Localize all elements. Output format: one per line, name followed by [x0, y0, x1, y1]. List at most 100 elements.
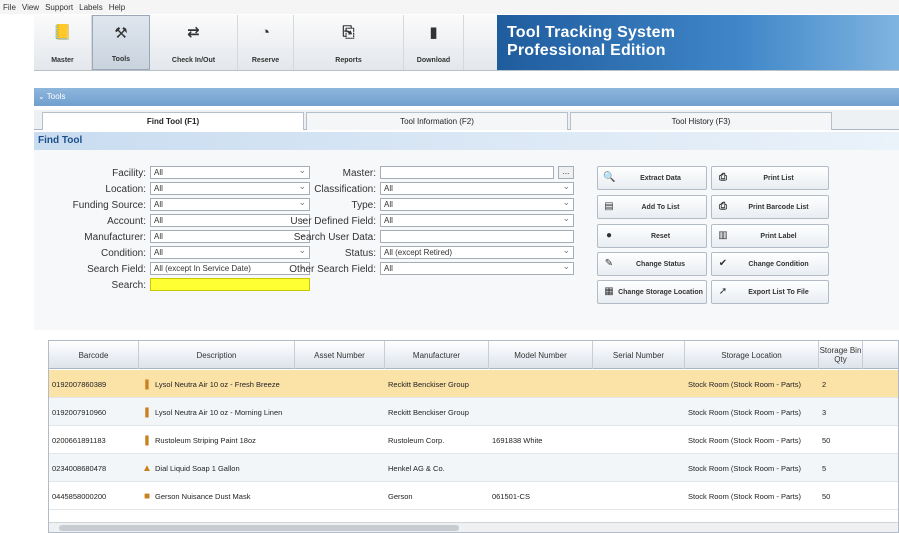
left-field-label: Location: [105, 184, 146, 195]
spray-can-icon: ❚ [142, 406, 152, 418]
tab-2[interactable]: Tool Information (F2) [306, 112, 568, 130]
cell-description: ■ Gerson Nuisance Dust Mask [139, 482, 295, 510]
middle-field-select[interactable]: All (except Retired) [380, 245, 574, 259]
table-row[interactable]: 0445858000200 ■ Gerson Nuisance Dust Mask G… [49, 482, 898, 510]
left-field-label: Search: [111, 280, 146, 291]
print-list-button[interactable]: ⎙ Print List [711, 166, 829, 190]
action-label: Print Barcode List [748, 203, 809, 211]
middle-field-label: Other Search Field: [289, 264, 376, 275]
cell-asset [295, 482, 385, 510]
cell-qty: 50 [822, 491, 831, 501]
search-input[interactable] [150, 278, 310, 291]
cell-model [489, 398, 593, 426]
tab-3[interactable]: Tool History (F3) [570, 112, 832, 130]
cell-manufacturer: Rustoleum Corp. [388, 435, 445, 445]
cell-serial [593, 454, 685, 482]
print-label-button[interactable]: ▥ Print Label [711, 224, 829, 248]
reserve-icon: ◔ [260, 24, 271, 41]
cell-manufacturer: Gerson [388, 491, 413, 501]
column-header-storage-location[interactable]: Storage Location [685, 341, 819, 369]
table-row[interactable]: 0192007910960 ❚ Lysol Neutra Air 10 oz - M… [49, 398, 898, 426]
horizontal-scrollbar[interactable] [49, 522, 898, 532]
change-condition-button[interactable]: ✔ Change Condition [711, 252, 829, 276]
menu-item-file[interactable]: File [3, 3, 16, 12]
column-header-asset-number[interactable]: Asset Number [295, 341, 385, 369]
cell-model [489, 454, 593, 482]
toolbar-check-in-outbutton[interactable]: ⇄ Check In/Out [150, 15, 238, 70]
toolbar-downloadbutton[interactable]: ▮ Download [404, 15, 464, 70]
change-status-button[interactable]: ✎ Change Status [597, 252, 707, 276]
print-label-icon: ▥ [718, 230, 728, 241]
export-list-icon: ➚ [718, 286, 728, 297]
cell-serial [593, 482, 685, 510]
master-browse-button[interactable]: ... [558, 166, 574, 179]
cell-location: Stock Room (Stock Room - Parts) [688, 491, 801, 501]
column-header-model-number[interactable]: Model Number [489, 341, 593, 369]
column-header-description[interactable]: Description [139, 341, 295, 369]
tools-icon: ⚒ [114, 25, 128, 42]
window-title-bar: ⌄ Tools [34, 88, 899, 106]
change-storage-location-button[interactable]: ▦ Change Storage Location [597, 280, 707, 304]
action-label: Export List To File [748, 288, 809, 296]
table-row[interactable]: 0200661891183 ❚ Rustoleum Striping Paint 1… [49, 426, 898, 454]
toolbar-reportsbutton[interactable]: ⎘ Reports [294, 15, 404, 70]
toolbar-button-label: Reserve [251, 57, 280, 64]
middle-field-select[interactable]: All [380, 197, 574, 211]
print-barcode-list-icon: ⎙ [719, 201, 727, 212]
menu-item-labels[interactable]: Labels [79, 3, 103, 12]
table-row[interactable]: 0192007860389 ❚ Lysol Neutra Air 10 oz - F… [49, 370, 898, 398]
cell-location: Stock Room (Stock Room - Parts) [688, 463, 801, 473]
cell-serial [593, 426, 685, 454]
add-to-list-button[interactable]: ▤ Add To List [597, 195, 707, 219]
cell-barcode: 0445858000200 [52, 491, 107, 501]
middle-field-select[interactable]: All [380, 261, 574, 275]
toolbar-toolsbutton[interactable]: ⚒ Tools [92, 15, 150, 70]
panel-title: Find Tool [34, 132, 899, 150]
middle-field-label: Type: [351, 200, 376, 211]
cell-barcode: 0234008680478 [52, 463, 107, 473]
print-barcode-list-button[interactable]: ⎙ Print Barcode List [711, 195, 829, 219]
cell-description: ▲ Dial Liquid Soap 1 Gallon [139, 454, 295, 482]
change-condition-icon: ✔ [718, 258, 728, 269]
table-row[interactable]: 0234008680478 ▲ Dial Liquid Soap 1 Gallon H… [49, 454, 898, 482]
search-user-data-input[interactable] [380, 230, 574, 243]
action-label: Change Status [635, 260, 685, 268]
cell-serial [593, 398, 685, 426]
add-to-list-icon: ▤ [604, 201, 614, 212]
middle-field-select[interactable]: All [380, 181, 574, 195]
column-header-storage-bin-qty[interactable]: Storage Bin Qty [819, 341, 863, 369]
menu-item-help[interactable]: Help [109, 3, 125, 12]
tab-1[interactable]: Find Tool (F1) [42, 112, 304, 130]
menu-item-support[interactable]: Support [45, 3, 73, 12]
menu-bar: File View Support Labels Help [0, 0, 899, 14]
reset-button[interactable]: ● Reset [597, 224, 707, 248]
toolbar-button-label: Download [416, 57, 451, 64]
toolbar-masterbutton[interactable]: 📒 Master [34, 15, 92, 70]
cell-asset [295, 426, 385, 454]
middle-field-select[interactable]: All [380, 213, 574, 227]
cell-manufacturer: Henkel AG & Co. [388, 463, 445, 473]
main-toolbar: 📒 Master ⚒ Tools ⇄ Check In/Out ◔ Reserve ⎘ Repor… [34, 15, 899, 71]
middle-field-label: Status: [344, 248, 376, 259]
find-tool-form: Facility: All Location: All Funding Source: A… [34, 150, 899, 330]
column-header-manufacturer[interactable]: Manufacturer [385, 341, 489, 369]
column-header-barcode[interactable]: Barcode [49, 341, 139, 369]
change-storage-icon: ▦ [604, 286, 614, 297]
extract-data-icon: 🔍 [603, 172, 616, 183]
column-header-serial-number[interactable]: Serial Number [593, 341, 685, 369]
cell-asset [295, 370, 385, 398]
left-field-label: Condition: [100, 248, 146, 259]
toolbar-reservebutton[interactable]: ◔ Reserve [238, 15, 294, 70]
left-field-label: Manufacturer: [84, 232, 146, 243]
cell-qty: 3 [822, 407, 827, 417]
description-text: Lysol Neutra Air 10 oz - Fresh Breeze [155, 379, 280, 389]
export-list-to-file-button[interactable]: ➚ Export List To File [711, 280, 829, 304]
menu-item-view[interactable]: View [22, 3, 39, 12]
extract-data-button[interactable]: 🔍 Extract Data [597, 166, 707, 190]
cell-barcode: 0192007860389 [52, 379, 107, 389]
master-input[interactable] [380, 166, 554, 179]
collapse-icon[interactable]: ⌄ [38, 92, 47, 101]
scrollbar-thumb[interactable] [59, 525, 459, 531]
change-status-icon: ✎ [604, 258, 614, 269]
cell-location: Stock Room (Stock Room - Parts) [688, 379, 801, 389]
